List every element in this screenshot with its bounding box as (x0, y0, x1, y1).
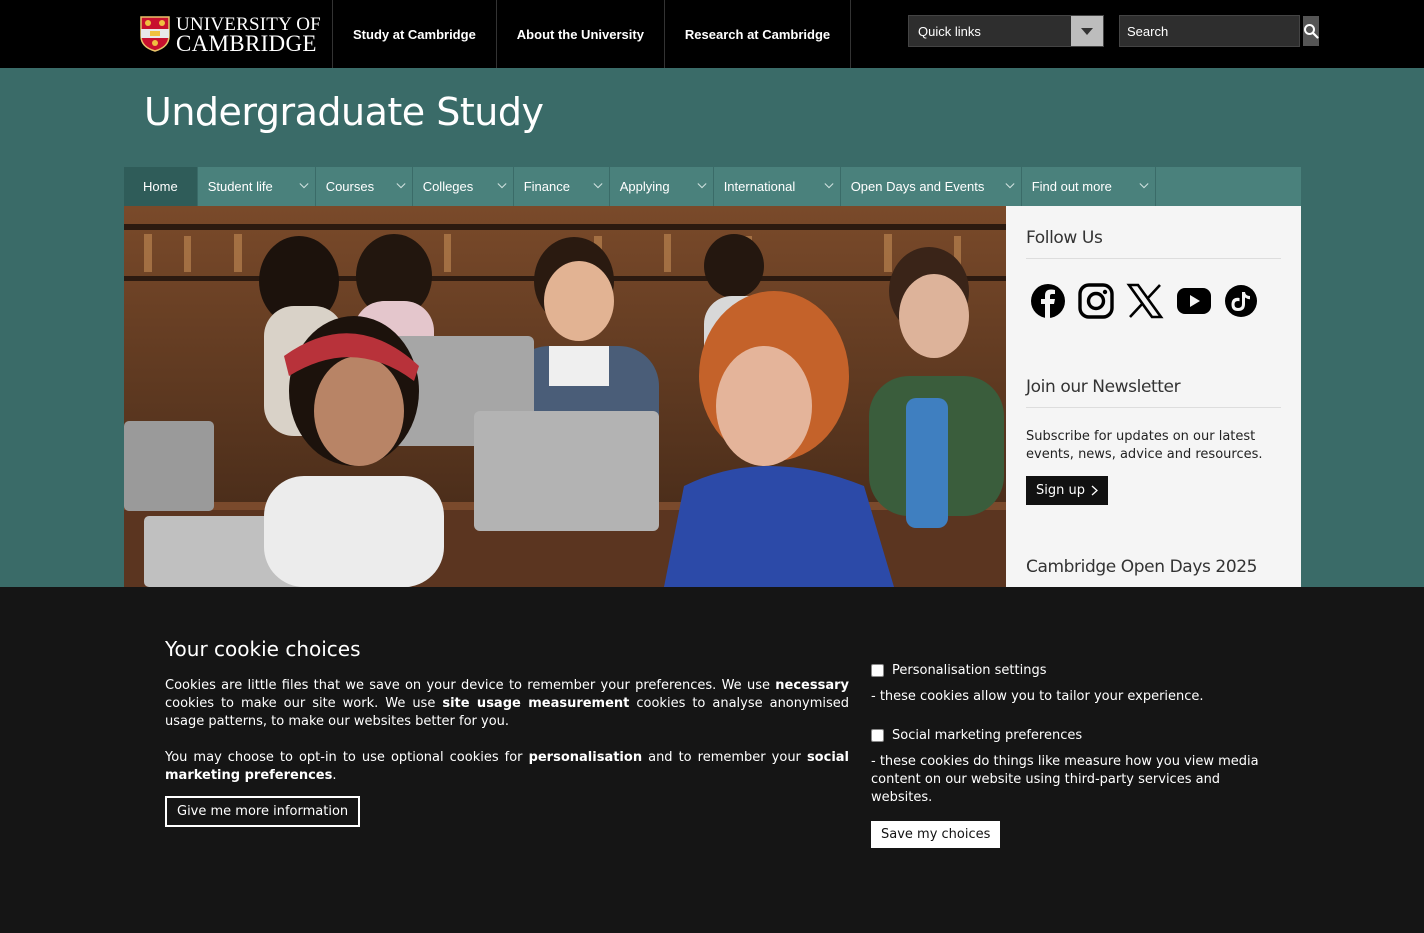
hero-image (124, 206, 1006, 587)
tiktok-icon[interactable] (1224, 284, 1258, 318)
crest-icon (140, 16, 170, 52)
cookie-paragraph-1: Cookies are little files that we save on… (165, 678, 849, 729)
chevron-down-icon[interactable] (497, 181, 507, 191)
social-marketing-description: - these cookies do things like measure h… (871, 754, 1259, 805)
search-icon (1304, 24, 1319, 39)
sign-up-label: Sign up (1036, 483, 1085, 498)
personalisation-option[interactable]: Personalisation settings (871, 663, 1271, 678)
follow-us-heading: Follow Us (1026, 228, 1281, 259)
social-marketing-option[interactable]: Social marketing preferences (871, 728, 1271, 743)
quick-links-label: Quick links (918, 23, 981, 39)
chevron-down-icon[interactable] (1005, 181, 1015, 191)
tab-label: Student life (207, 179, 273, 194)
more-information-button[interactable]: Give me more information (165, 796, 361, 827)
tab-open-days-and-events[interactable]: Open Days and Events (841, 167, 1022, 206)
search-box (1119, 15, 1319, 47)
social-links (1030, 281, 1281, 321)
tab-label: Colleges (422, 179, 474, 194)
cookie-banner: Your cookie choices Cookies are little f… (0, 587, 1424, 933)
tab-label: Courses (325, 179, 375, 194)
tab-label: Find out more (1031, 179, 1112, 194)
cookie-title: Your cookie choices (165, 637, 361, 661)
chevron-down-icon[interactable] (1071, 16, 1103, 46)
global-nav: Study at Cambridge About the University … (332, 0, 852, 68)
social-marketing-label: Social marketing preferences (892, 728, 1083, 743)
tab-home[interactable]: Home (124, 167, 198, 206)
personalisation-checkbox[interactable] (871, 664, 884, 677)
instagram-icon[interactable] (1078, 283, 1114, 319)
social-marketing-checkbox[interactable] (871, 729, 884, 742)
youtube-icon[interactable] (1176, 287, 1212, 315)
tab-international[interactable]: International (714, 167, 841, 206)
tab-home-label: Home (143, 179, 178, 194)
open-days-heading: Cambridge Open Days 2025 (1026, 557, 1281, 587)
chevron-down-icon[interactable] (396, 181, 406, 191)
nav-research-at-cambridge[interactable]: Research at Cambridge (663, 0, 852, 68)
newsletter-text: Subscribe for updates on our latest even… (1026, 429, 1263, 462)
section-nav: Home Student life Courses Colleges Finan… (124, 167, 1301, 206)
search-button[interactable] (1303, 16, 1319, 46)
save-choices-button[interactable]: Save my choices (871, 821, 1001, 848)
sidebar: Follow Us Join our Newsletter Subscribe … (1006, 206, 1301, 587)
x-icon[interactable] (1126, 282, 1164, 320)
chevron-down-icon[interactable] (593, 181, 603, 191)
tab-courses[interactable]: Courses (316, 167, 413, 206)
quick-links-dropdown[interactable]: Quick links (908, 15, 1104, 47)
tab-find-out-more[interactable]: Find out more (1022, 167, 1156, 206)
personalisation-description: - these cookies allow you to tailor your… (871, 689, 1204, 704)
sign-up-button[interactable]: Sign up (1026, 476, 1108, 505)
tab-label: International (723, 179, 796, 194)
chevron-down-icon[interactable] (824, 181, 834, 191)
university-logo[interactable]: UNIVERSITY OF CAMBRIDGE (140, 14, 321, 56)
facebook-icon[interactable] (1030, 283, 1066, 319)
chevron-down-icon[interactable] (1139, 181, 1149, 191)
global-header: UNIVERSITY OF CAMBRIDGE Study at Cambrid… (0, 0, 1424, 68)
tab-student-life[interactable]: Student life (198, 167, 316, 206)
tab-label: Open Days and Events (850, 179, 985, 194)
chevron-down-icon[interactable] (299, 181, 309, 191)
nav-about-the-university[interactable]: About the University (495, 0, 664, 68)
tab-label: Finance (523, 179, 570, 194)
personalisation-label: Personalisation settings (892, 663, 1047, 678)
search-input[interactable] (1120, 16, 1303, 46)
chevron-right-icon (1091, 485, 1098, 496)
tab-applying[interactable]: Applying (610, 167, 714, 206)
chevron-down-icon[interactable] (697, 181, 707, 191)
tab-label: Applying (619, 179, 670, 194)
cookie-options: Personalisation settings - these cookies… (871, 663, 1271, 848)
cookie-paragraph-2: You may choose to opt-in to use optional… (165, 750, 849, 783)
page-title: Undergraduate Study (144, 90, 544, 134)
tab-finance[interactable]: Finance (514, 167, 610, 206)
tab-colleges[interactable]: Colleges (413, 167, 514, 206)
nav-study-at-cambridge[interactable]: Study at Cambridge (332, 0, 496, 68)
newsletter-heading: Join our Newsletter (1026, 377, 1281, 408)
logo-line-2: CAMBRIDGE (176, 31, 317, 56)
